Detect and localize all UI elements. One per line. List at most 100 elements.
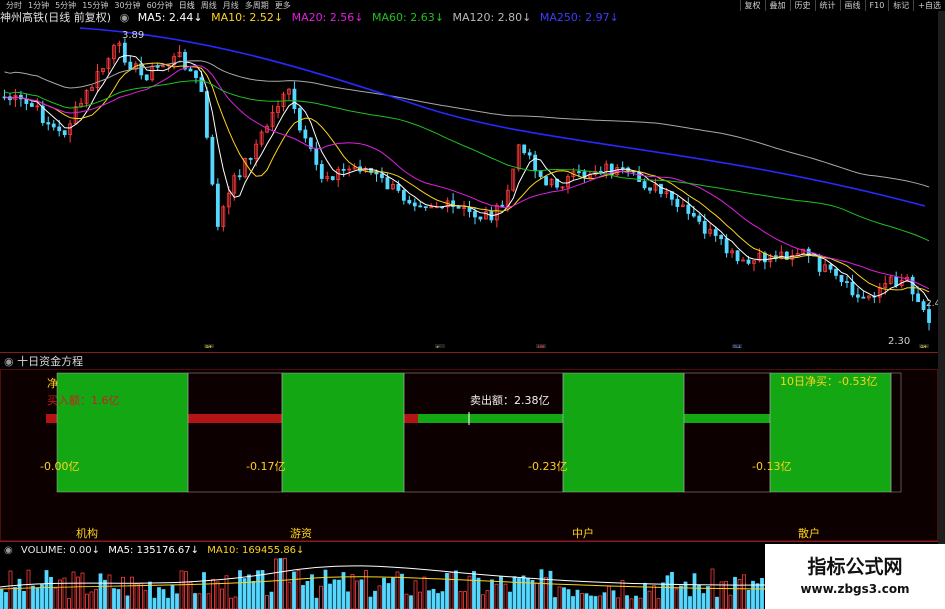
volume-bar bbox=[283, 557, 287, 609]
candle-body bbox=[144, 74, 149, 81]
volume-bar bbox=[8, 570, 13, 609]
volume-bar bbox=[377, 585, 382, 609]
candle-body bbox=[412, 202, 417, 207]
volume-bar bbox=[476, 577, 481, 609]
volume-bar bbox=[197, 593, 202, 609]
toolbar-button-0[interactable]: 复权 bbox=[739, 0, 765, 11]
panel-settings-icon[interactable]: ◉ bbox=[4, 355, 14, 368]
candle-body bbox=[538, 170, 543, 178]
volume-bar bbox=[584, 593, 589, 609]
candle-body bbox=[29, 103, 34, 107]
toolbar-button-7[interactable]: +自选 bbox=[913, 0, 945, 11]
period-tab-4[interactable]: 30分钟 bbox=[114, 0, 140, 11]
volume-bar bbox=[265, 595, 269, 609]
group-net-2: -0.23亿 bbox=[528, 460, 568, 473]
candle-body bbox=[648, 187, 652, 191]
period-tab-8[interactable]: 月线 bbox=[223, 0, 239, 11]
volume-bar bbox=[94, 589, 98, 609]
volume-bar bbox=[53, 587, 58, 609]
volume-bar bbox=[368, 596, 373, 609]
candle-body bbox=[478, 216, 483, 220]
toolbar-button-6[interactable]: 标记 bbox=[888, 0, 913, 11]
volume-bar bbox=[188, 581, 193, 609]
volume-bar bbox=[733, 576, 737, 609]
volume-bar bbox=[431, 588, 436, 609]
period-tab-7[interactable]: 周线 bbox=[201, 0, 217, 11]
candle-body bbox=[467, 207, 472, 212]
volume-bar bbox=[436, 593, 440, 609]
volume-bar bbox=[215, 581, 220, 609]
candle-body bbox=[817, 255, 822, 272]
volume-bar bbox=[76, 576, 80, 609]
vertical-scrollbar[interactable] bbox=[938, 11, 945, 609]
settings-icon[interactable]: ◉ bbox=[120, 11, 130, 24]
volume-bar bbox=[148, 581, 152, 609]
ma60-line bbox=[4, 80, 930, 242]
volume-bar bbox=[139, 582, 143, 609]
candle-body bbox=[139, 63, 144, 76]
toolbar-button-4[interactable]: 画线 bbox=[839, 0, 865, 11]
period-tab-2[interactable]: 5分钟 bbox=[55, 0, 76, 11]
candle-body bbox=[839, 274, 844, 282]
toolbar-button-5[interactable]: F10 bbox=[864, 0, 889, 11]
stock-title: 神州高铁(日线 前复权) bbox=[0, 11, 112, 24]
candle-body bbox=[51, 123, 56, 128]
volume-bar bbox=[121, 576, 125, 609]
group-net-1: -0.17亿 bbox=[246, 460, 286, 473]
toolbar-button-3[interactable]: 统计 bbox=[814, 0, 840, 11]
panel-divider bbox=[0, 352, 938, 353]
candle-body bbox=[702, 220, 707, 234]
period-tab-6[interactable]: 日线 bbox=[179, 0, 195, 11]
period-tab-5[interactable]: 60分钟 bbox=[147, 0, 173, 11]
volume-bar bbox=[332, 579, 337, 609]
candle-body bbox=[237, 175, 242, 178]
volume-bar bbox=[256, 570, 260, 609]
volume-settings-icon[interactable]: ◉ bbox=[4, 545, 13, 556]
volume-bar bbox=[278, 558, 283, 609]
volume-bar bbox=[409, 595, 413, 609]
price-chart[interactable]: 3.89 2.30 2.4 跌 § 增 财 跌 bbox=[0, 26, 938, 348]
period-tab-3[interactable]: 15分钟 bbox=[82, 0, 108, 11]
volume-bar bbox=[296, 570, 301, 609]
volume-bar bbox=[458, 591, 463, 609]
toolbar-button-2[interactable]: 历史 bbox=[789, 0, 815, 11]
fund-panel-title: ◉ 十日资金方程 bbox=[4, 355, 83, 369]
event-marker: 跌 bbox=[920, 344, 928, 348]
ten-day-net: 10日净买：-0.53亿 bbox=[780, 375, 878, 388]
volume-bar bbox=[341, 572, 346, 609]
volume-bar bbox=[566, 589, 571, 609]
volume-bar bbox=[701, 593, 706, 609]
group-name-3: 散户 bbox=[798, 527, 820, 540]
group-net-3: -0.13亿 bbox=[752, 460, 792, 473]
volume-bar bbox=[490, 579, 494, 609]
volume-bar bbox=[602, 592, 607, 609]
group-name-2: 中户 bbox=[572, 527, 594, 540]
volume-bar bbox=[715, 596, 719, 609]
candle-body bbox=[473, 211, 477, 218]
volume-bar bbox=[175, 593, 179, 609]
volume-bar bbox=[143, 590, 148, 609]
period-tab-0[interactable]: 分时 bbox=[6, 0, 22, 11]
period-tab-9[interactable]: 多周期 bbox=[245, 0, 269, 11]
volume-bar bbox=[544, 576, 548, 609]
toolbar-button-1[interactable]: 叠加 bbox=[764, 0, 790, 11]
volume-chart[interactable] bbox=[0, 557, 765, 609]
candle-body bbox=[845, 281, 849, 283]
period-tab-1[interactable]: 1分钟 bbox=[28, 0, 49, 11]
volume-bar bbox=[557, 586, 562, 609]
candle-body bbox=[834, 268, 838, 276]
volume-bar bbox=[670, 571, 674, 609]
candle-body bbox=[598, 170, 603, 173]
candle-body bbox=[401, 190, 406, 201]
volume-bar bbox=[652, 585, 656, 609]
volume-bar bbox=[440, 591, 445, 609]
ma60-value: MA60: 2.63↓ bbox=[372, 11, 444, 24]
volume-bar bbox=[130, 576, 134, 609]
group-name-0: 机构 bbox=[76, 527, 98, 540]
period-tab-10[interactable]: 更多 bbox=[275, 0, 291, 11]
volume-ma5: MA5: 135176.67↓ bbox=[108, 545, 200, 556]
candle-body bbox=[62, 130, 67, 136]
volume-bar bbox=[512, 576, 517, 609]
volume-value: VOLUME: 0.00↓ bbox=[20, 545, 100, 556]
volume-bar bbox=[539, 569, 544, 609]
